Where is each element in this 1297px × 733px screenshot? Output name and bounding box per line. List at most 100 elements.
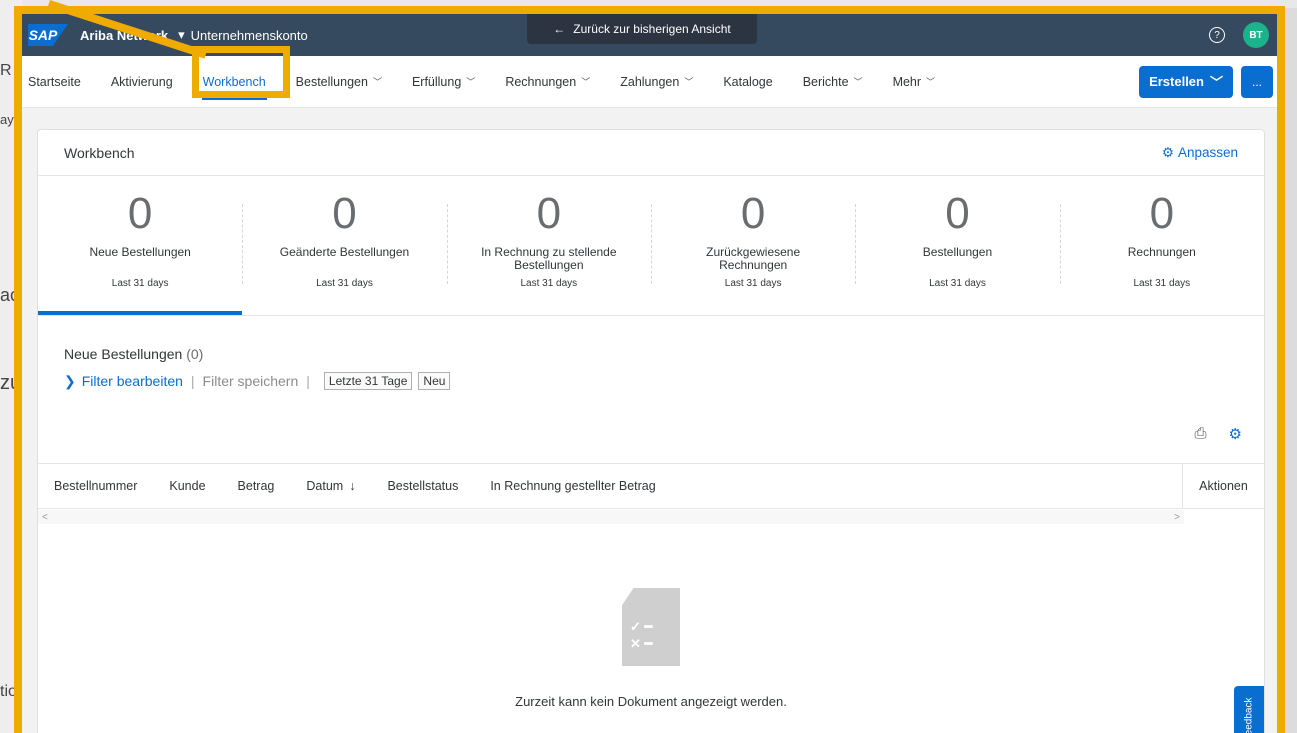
tile-rechnungen[interactable]: 0 Rechnungen Last 31 days: [1059, 176, 1264, 315]
nav-label: Zahlungen: [620, 74, 680, 89]
tile-label: Zurückgewiesene Rechnungen: [706, 245, 801, 272]
export-icon[interactable]: ⎙: [1195, 425, 1207, 443]
checklist-icon: ✓ ━ ✕ ━: [630, 619, 653, 651]
workbench-header: Workbench ⚙ Anpassen: [38, 130, 1264, 176]
tile-count: 0: [945, 189, 970, 238]
nav-bestellungen[interactable]: Bestellungen ﹀: [281, 56, 397, 108]
highlight-frame: SAP Ariba Network ▾ Unternehmenskonto ← …: [14, 6, 1285, 733]
list-count: (0): [186, 346, 204, 362]
nav-label: Aktivierung: [110, 74, 173, 89]
tile-period: Last 31 days: [316, 278, 373, 289]
nav-label: Mehr: [892, 74, 922, 89]
table-settings-icon[interactable]: ⚙: [1229, 425, 1242, 443]
list-title-text: Neue Bestellungen: [64, 346, 183, 362]
column-kunde[interactable]: Kunde: [169, 479, 205, 493]
save-filter-button[interactable]: Filter speichern: [203, 373, 299, 389]
nav-label: Workbench: [202, 74, 266, 89]
account-switcher[interactable]: ▾ Unternehmenskonto: [178, 27, 308, 43]
chevron-down-icon: ﹀: [684, 77, 694, 87]
feedback-button[interactable]: Feedback: [1234, 686, 1264, 733]
tile-count: 0: [127, 189, 153, 238]
column-bestellnummer[interactable]: Bestellnummer: [54, 479, 137, 493]
list-title: Neue Bestellungen (0): [64, 346, 1238, 362]
nav-erfuellung[interactable]: Erfüllung ﹀: [397, 56, 490, 108]
tile-count: 0: [332, 189, 357, 238]
shell-actions: ? BT: [1209, 22, 1269, 48]
create-label: Erstellen: [1149, 74, 1204, 89]
divider: |: [306, 373, 310, 389]
tile-label: Rechnungen: [1127, 245, 1196, 259]
nav-label: Rechnungen: [505, 74, 577, 89]
chevron-down-icon: ﹀: [926, 77, 936, 87]
column-bestellstatus[interactable]: Bestellstatus: [387, 479, 458, 493]
tile-label: Geänderte Bestellungen: [279, 245, 410, 259]
chevron-down-icon: ﹀: [466, 77, 476, 87]
scroll-right-icon[interactable]: >: [1174, 512, 1180, 523]
tile-bestellungen[interactable]: 0 Bestellungen Last 31 days: [855, 176, 1059, 315]
create-button[interactable]: Erstellen ﹀: [1139, 65, 1233, 98]
workbench-title: Workbench: [64, 144, 135, 161]
tile-period: Last 31 days: [111, 278, 169, 289]
back-to-previous-view-button[interactable]: ← Zurück zur bisherigen Ansicht: [527, 14, 757, 44]
tile-count: 0: [1149, 189, 1175, 238]
column-aktionen: Aktionen: [1182, 464, 1264, 508]
divider: |: [190, 373, 195, 389]
table-header: Bestellnummer Kunde Betrag Datum ↓ Bestel…: [38, 463, 1264, 509]
tile-period: Last 31 days: [1133, 278, 1191, 289]
nav-kataloge[interactable]: Kataloge: [708, 56, 787, 108]
filter-bar: ❯ Filter bearbeiten | Filter speichern |…: [64, 372, 1238, 390]
avatar[interactable]: BT: [1243, 22, 1269, 48]
nav-aktivierung[interactable]: Aktivierung: [96, 56, 188, 108]
column-in-rechnung-gestellter-betrag[interactable]: In Rechnung gestellter Betrag: [490, 479, 655, 493]
more-actions-button[interactable]: ...: [1241, 65, 1273, 98]
sap-logo[interactable]: SAP: [28, 24, 68, 46]
nav-label: Startseite: [28, 74, 81, 89]
edit-filter-label: Filter bearbeiten: [81, 373, 183, 389]
adjust-label: Anpassen: [1177, 145, 1238, 160]
workbench-card: Workbench ⚙ Anpassen 0 Neue Bestellungen…: [37, 129, 1265, 733]
nav-label: Bestellungen: [295, 74, 368, 89]
tile-zu-stellende-bestellungen[interactable]: 0 In Rechnung zu stellende Bestellungen …: [446, 176, 651, 315]
nav-rechnungen[interactable]: Rechnungen ﹀: [490, 56, 605, 108]
column-betrag[interactable]: Betrag: [238, 479, 275, 493]
column-label: Datum: [306, 479, 344, 493]
table-tools: ⎙ ⚙: [1195, 425, 1242, 443]
chevron-right-icon: ❯: [64, 372, 76, 389]
edit-filter-button[interactable]: ❯ Filter bearbeiten: [64, 373, 183, 390]
empty-state-text: Zurzeit kann kein Dokument angezeigt wer…: [515, 694, 787, 709]
filter-tag: Letzte 31 Tage: [323, 372, 413, 390]
feedback-label: Feedback: [1243, 697, 1255, 733]
nav-berichte[interactable]: Berichte ﹀: [788, 56, 878, 108]
tile-count: 0: [740, 189, 766, 238]
tile-geaenderte-bestellungen[interactable]: 0 Geänderte Bestellungen Last 31 days: [242, 176, 446, 315]
nav-mehr[interactable]: Mehr ﹀: [878, 56, 951, 108]
background-fragment: ay: [0, 112, 14, 127]
adjust-button[interactable]: ⚙ Anpassen: [1162, 145, 1238, 161]
list-header: Neue Bestellungen (0) ❯ Filter bearbeite…: [38, 316, 1264, 390]
account-name: Unternehmenskonto: [190, 27, 308, 43]
horizontal-scrollbar[interactable]: < >: [38, 510, 1184, 524]
nav-label: Kataloge: [723, 74, 773, 89]
background-fragment: R: [0, 62, 12, 79]
nav-zahlungen[interactable]: Zahlungen ﹀: [605, 56, 708, 108]
kpi-tiles: 0 Neue Bestellungen Last 31 days 0 Geänd…: [38, 176, 1264, 316]
help-icon[interactable]: ?: [1209, 27, 1225, 43]
tile-count: 0: [536, 189, 562, 238]
nav-workbench[interactable]: Workbench: [188, 56, 281, 108]
tile-zurueckgewiesene-rechnungen[interactable]: 0 Zurückgewiesene Rechnungen Last 31 day…: [650, 176, 855, 315]
tile-neue-bestellungen[interactable]: 0 Neue Bestellungen Last 31 days: [38, 176, 243, 315]
sliders-icon: ⚙: [1161, 144, 1174, 160]
column-datum[interactable]: Datum ↓: [306, 479, 355, 493]
tile-label: Bestellungen: [922, 245, 993, 259]
chevron-down-icon: ﹀: [853, 77, 863, 87]
chevron-down-icon: ﹀: [372, 77, 382, 87]
back-label: Zurück zur bisherigen Ansicht: [573, 22, 731, 36]
tile-label: In Rechnung zu stellende Bestellungen: [481, 245, 617, 272]
caret-down-icon: ▾: [178, 27, 185, 42]
main-navigation: Startseite Aktivierung Workbench Bestell…: [22, 46, 1277, 108]
chevron-down-icon: ﹀: [1209, 75, 1223, 90]
nav-startseite[interactable]: Startseite: [22, 56, 96, 108]
tile-period: Last 31 days: [929, 278, 986, 289]
chevron-down-icon: ﹀: [581, 77, 591, 87]
scroll-left-icon[interactable]: <: [42, 512, 48, 523]
